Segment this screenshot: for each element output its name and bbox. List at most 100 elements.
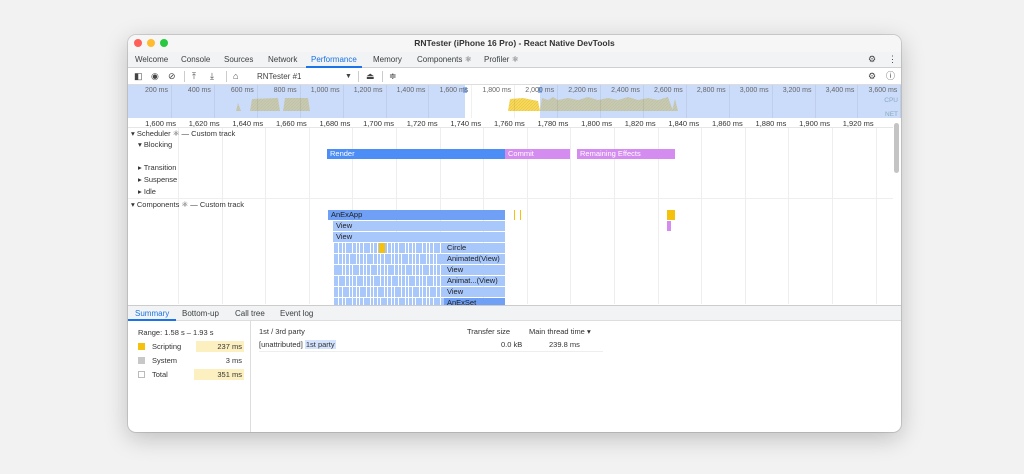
flame-gap — [369, 265, 371, 275]
lane-blocking[interactable]: ▾ Blocking — [138, 140, 172, 149]
overview-gridline — [213, 85, 215, 118]
tab-memory[interactable]: Memory — [373, 52, 402, 68]
flame-gap — [429, 265, 430, 275]
render-bar[interactable]: Render — [327, 149, 505, 159]
component-mark[interactable] — [514, 210, 515, 220]
summary-pane: Range: 1.58 s – 1.93 s Scripting 237 ms S… — [128, 321, 251, 432]
download-icon[interactable]: ⤓ — [210, 71, 214, 82]
flame-gap — [369, 287, 371, 297]
capture-settings-icon[interactable]: ⚙ — [868, 71, 876, 82]
overview-gridline — [428, 85, 430, 118]
collapse-tracks-icon[interactable]: ≑ — [389, 71, 397, 82]
table-row[interactable]: [unattributed] 1st party 0.0 kB 239.8 ms — [259, 340, 603, 352]
components-track-title: Components ⚛ — Custom track — [136, 200, 245, 209]
flame-label: Animat...(View) — [444, 276, 505, 286]
settings-icon[interactable]: ⚙ — [868, 54, 876, 65]
flame-gap — [397, 254, 399, 264]
remaining-effects-bar[interactable]: Remaining Effects — [577, 149, 675, 159]
upload-icon[interactable]: ⤒ — [192, 71, 196, 82]
flame-gap — [341, 265, 343, 275]
tab-bottom-up[interactable]: Bottom-up — [182, 306, 219, 321]
target-select[interactable]: RNTester #1 — [257, 71, 301, 82]
component-mark[interactable] — [667, 210, 675, 220]
flame-gap — [376, 265, 378, 275]
component-mark[interactable] — [520, 210, 521, 220]
record-icon[interactable]: ◉ — [151, 71, 159, 82]
tab-summary[interactable]: Summary — [128, 306, 177, 321]
lane-label: Idle — [143, 187, 156, 196]
overview-tick: 600 ms — [230, 87, 254, 94]
col-main-thread-time[interactable]: Main thread time ▾ — [529, 327, 591, 336]
help-icon[interactable]: ⓘ — [886, 71, 895, 82]
overview-tick: 1,400 ms — [396, 87, 426, 94]
tab-console[interactable]: Console — [181, 52, 210, 68]
flame-row[interactable]: AnExApp — [328, 210, 505, 220]
lane-idle[interactable]: ▸ Idle — [138, 187, 156, 196]
flame-row[interactable]: View — [334, 287, 505, 297]
tab-event-log[interactable]: Event log — [280, 306, 313, 321]
tab-performance[interactable]: Performance — [306, 52, 362, 68]
flame-gap — [411, 287, 413, 297]
flame-gap — [376, 287, 378, 297]
flame-gap — [341, 254, 343, 264]
col-transfer-size[interactable]: Transfer size — [467, 327, 510, 336]
lane-label: Blocking — [143, 140, 173, 149]
timeline-overview[interactable]: 200 ms 400 ms 600 ms 800 ms 1,000 ms 1,200 ms… — [128, 85, 901, 118]
flame-gap — [394, 287, 395, 297]
component-mark[interactable] — [667, 221, 671, 231]
zoom-window-button[interactable] — [160, 39, 168, 47]
ruler-tick: 1,720 ms — [406, 119, 438, 128]
close-window-button[interactable] — [134, 39, 142, 47]
flame-label: View — [336, 221, 353, 230]
components-track-header[interactable]: ▾ Components ⚛ — Custom track — [131, 200, 244, 209]
flame-gap — [355, 287, 357, 297]
more-options-icon[interactable]: ⋮ — [888, 54, 897, 65]
lane-suspense[interactable]: ▸ Suspense — [138, 175, 177, 184]
flame-row[interactable]: Animated(View) — [334, 254, 505, 264]
flame-gap — [397, 243, 399, 253]
overview-gridline — [256, 85, 258, 118]
net-label: NET — [885, 111, 898, 118]
tab-call-tree[interactable]: Call tree — [235, 306, 265, 321]
ruler-tick: 1,640 ms — [232, 119, 264, 128]
tab-profiler[interactable]: Profiler ⚛ — [484, 52, 519, 68]
flame-row[interactable]: Circle — [334, 243, 505, 253]
minimize-window-button[interactable] — [147, 39, 155, 47]
tab-components[interactable]: Components ⚛ — [417, 52, 472, 68]
clear-icon[interactable]: ⊘ — [168, 71, 176, 82]
flame-gap — [345, 243, 346, 253]
ruler-tick: 1,620 ms — [188, 119, 220, 128]
sidebar-toggle-icon[interactable]: ◧ — [134, 71, 143, 82]
flame-gap — [348, 265, 350, 275]
memory-broom-icon[interactable]: ⏏ — [366, 71, 375, 82]
flame-row[interactable]: View — [333, 221, 505, 231]
flame-gap — [397, 276, 399, 286]
ruler-tick: 1,760 ms — [493, 119, 525, 128]
flame-gap — [422, 287, 423, 297]
scripting-swatch — [138, 343, 145, 350]
flame-gap — [439, 243, 441, 253]
lane-transition[interactable]: ▸ Transition — [138, 163, 176, 172]
commit-bar[interactable]: Commit — [505, 149, 570, 159]
flame-row[interactable]: View — [334, 265, 505, 275]
scripting-mark[interactable] — [379, 243, 385, 253]
flame-gap — [394, 243, 395, 253]
tab-sources[interactable]: Sources — [224, 52, 253, 68]
overview-tick: 400 ms — [187, 87, 211, 94]
scheduler-track-header[interactable]: ▾ Scheduler ⚛ — Custom track — [131, 129, 235, 138]
dropdown-caret-icon[interactable]: ▼ — [345, 71, 352, 82]
tab-welcome[interactable]: Welcome — [135, 52, 168, 68]
title-bar: RNTester (iPhone 16 Pro) - React Native … — [128, 35, 901, 52]
overview-tick: 1,200 ms — [353, 87, 383, 94]
flame-gap — [408, 276, 409, 286]
flame-row[interactable]: View — [333, 232, 505, 242]
flame-row[interactable]: Animat...(View) — [334, 276, 505, 286]
overview-tick: 3,600 ms — [868, 87, 898, 94]
flame-gap — [380, 276, 381, 286]
overview-gridline — [642, 85, 644, 118]
home-icon[interactable]: ⌂ — [233, 71, 238, 82]
flame-gap — [338, 276, 339, 286]
flamechart-scrollbar[interactable] — [894, 123, 899, 173]
col-party[interactable]: 1st / 3rd party — [259, 327, 305, 336]
tab-network[interactable]: Network — [268, 52, 297, 68]
